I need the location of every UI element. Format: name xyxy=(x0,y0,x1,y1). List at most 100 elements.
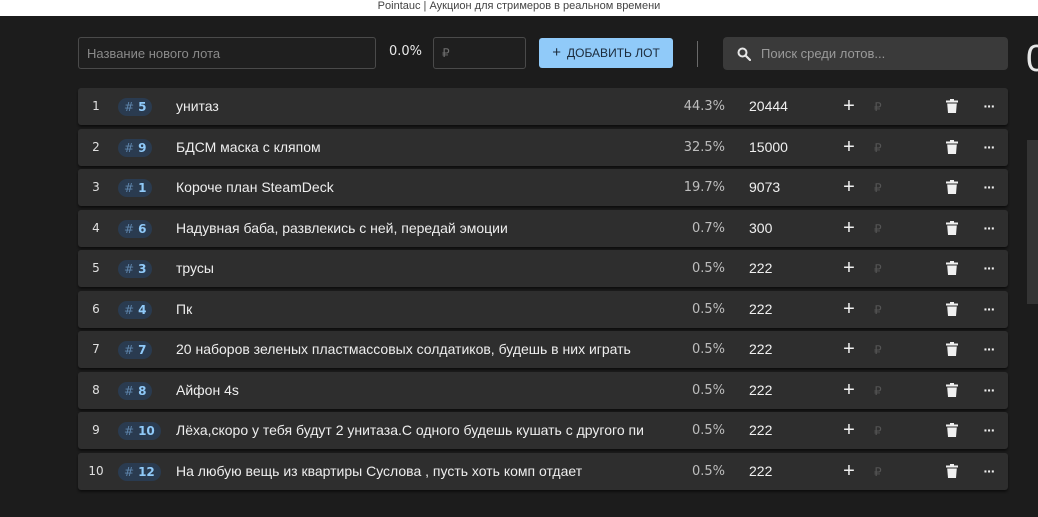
delete-lot-button[interactable] xyxy=(942,177,962,197)
plus-icon: + xyxy=(843,459,855,482)
delete-lot-button[interactable] xyxy=(942,258,962,278)
lot-add-amount-input[interactable] xyxy=(874,218,914,239)
lot-id-badge[interactable]: # 5 xyxy=(118,98,153,116)
lot-row[interactable]: 9 # 10 Лёха,скоро у тебя будут 2 унитаза… xyxy=(78,412,1008,449)
lot-name[interactable]: 20 наборов зеленых пластмассовых солдати… xyxy=(176,341,666,357)
lot-row[interactable]: 5 # 3 трусы 0.5% 222 + ··· xyxy=(78,250,1008,287)
search-input[interactable] xyxy=(759,45,993,62)
lot-add-amount-input[interactable] xyxy=(874,340,914,360)
lot-id-badge[interactable]: # 3 xyxy=(118,260,153,278)
add-amount-button[interactable]: + xyxy=(838,217,860,239)
hash-icon: # xyxy=(124,140,135,155)
lot-id: 8 xyxy=(138,383,147,398)
lot-id: 7 xyxy=(138,343,147,357)
search-box[interactable] xyxy=(723,37,1008,70)
lot-row[interactable]: 7 # 7 20 наборов зеленых пластмассовых с… xyxy=(78,331,1008,368)
delete-lot-button[interactable] xyxy=(942,96,962,116)
lot-add-amount-input[interactable] xyxy=(874,137,914,158)
lot-name[interactable]: Айфон 4s xyxy=(176,382,666,398)
delete-lot-button[interactable] xyxy=(942,461,962,481)
delete-lot-button[interactable] xyxy=(942,218,962,238)
lot-amount[interactable]: 222 xyxy=(749,422,772,438)
more-options-button[interactable]: ··· xyxy=(978,338,1000,360)
lot-index: 4 xyxy=(92,220,100,235)
lot-add-amount-input[interactable] xyxy=(874,380,914,401)
plus-icon: + xyxy=(843,176,855,198)
more-options-button[interactable]: ··· xyxy=(978,298,1000,320)
lot-id-badge[interactable]: # 12 xyxy=(118,462,161,481)
lot-amount[interactable]: 222 xyxy=(749,260,772,276)
delete-lot-button[interactable] xyxy=(942,137,962,157)
delete-lot-button[interactable] xyxy=(942,299,962,319)
lot-id-badge[interactable]: # 9 xyxy=(118,138,153,157)
new-lot-name-input[interactable] xyxy=(78,37,376,69)
lot-amount[interactable]: 222 xyxy=(749,341,772,357)
add-amount-button[interactable]: + xyxy=(838,136,860,158)
lot-id-badge[interactable]: # 1 xyxy=(118,179,153,197)
lot-name[interactable]: трусы xyxy=(176,260,666,276)
lot-add-amount-input[interactable] xyxy=(874,97,914,117)
more-options-button[interactable]: ··· xyxy=(978,460,1000,482)
lot-percent: 0.5% xyxy=(691,261,725,276)
lot-name[interactable]: Короче план SteamDeck xyxy=(176,179,666,195)
lot-add-amount-input[interactable] xyxy=(874,178,914,198)
add-amount-button[interactable]: + xyxy=(838,338,860,360)
lot-row[interactable]: 4 # 6 Надувная баба, развлекись с ней, п… xyxy=(78,209,1008,247)
lot-add-amount-input[interactable] xyxy=(874,421,914,441)
more-dots-icon: ··· xyxy=(983,341,996,357)
lot-id-badge[interactable]: # 10 xyxy=(118,422,161,440)
lot-name[interactable]: Пк xyxy=(176,301,666,317)
add-amount-button[interactable]: + xyxy=(838,379,860,401)
lot-add-amount-input[interactable] xyxy=(874,461,914,482)
lot-row[interactable]: 2 # 9 БДСМ маска с кляпом 32.5% 15000 + … xyxy=(78,128,1008,166)
more-options-button[interactable]: ··· xyxy=(978,95,1000,117)
lot-name[interactable]: На любую вещь из квартиры Суслова , пуст… xyxy=(176,463,666,479)
lot-amount[interactable]: 15000 xyxy=(749,139,788,155)
delete-lot-button[interactable] xyxy=(942,339,962,359)
more-options-button[interactable]: ··· xyxy=(978,419,1000,441)
add-amount-button[interactable]: + xyxy=(838,419,860,441)
lot-id-badge[interactable]: # 4 xyxy=(118,300,153,319)
add-amount-button[interactable]: + xyxy=(838,257,860,279)
lot-id-badge[interactable]: # 7 xyxy=(118,341,153,359)
trash-icon xyxy=(946,382,958,397)
lot-row[interactable]: 1 # 5 унитаз 44.3% 20444 + ··· xyxy=(78,88,1008,125)
scrollbar[interactable] xyxy=(1027,140,1038,304)
more-options-button[interactable]: ··· xyxy=(978,379,1000,401)
lot-row[interactable]: 8 # 8 Айфон 4s 0.5% 222 + ··· xyxy=(78,371,1008,409)
lot-add-amount-input[interactable] xyxy=(874,299,914,320)
delete-lot-button[interactable] xyxy=(942,380,962,400)
new-lot-price-input[interactable] xyxy=(433,37,526,69)
lot-name[interactable]: унитаз xyxy=(176,98,666,114)
lot-amount[interactable]: 9073 xyxy=(749,179,780,195)
more-options-button[interactable]: ··· xyxy=(978,136,1000,158)
lot-amount[interactable]: 222 xyxy=(749,301,772,317)
lot-name[interactable]: Надувная баба, развлекись с ней, передай… xyxy=(176,220,666,236)
add-lot-button[interactable]: + ДОБАВИТЬ ЛОТ xyxy=(539,38,673,68)
lot-id-badge[interactable]: # 6 xyxy=(118,219,153,238)
lot-amount[interactable]: 222 xyxy=(749,382,772,398)
trash-icon xyxy=(946,342,958,356)
add-amount-button[interactable]: + xyxy=(838,176,860,198)
more-options-button[interactable]: ··· xyxy=(978,176,1000,198)
lot-amount[interactable]: 20444 xyxy=(749,98,788,114)
add-amount-button[interactable]: + xyxy=(838,298,860,320)
lot-row[interactable]: 6 # 4 Пк 0.5% 222 + ··· xyxy=(78,290,1008,328)
lot-name[interactable]: БДСМ маска с кляпом xyxy=(176,139,666,155)
add-amount-button[interactable]: + xyxy=(838,95,860,117)
more-options-button[interactable]: ··· xyxy=(978,257,1000,279)
lot-amount[interactable]: 300 xyxy=(749,220,772,236)
lot-percent: 0.5% xyxy=(691,301,725,317)
more-dots-icon: ··· xyxy=(983,98,996,114)
lot-name[interactable]: Лёха,скоро у тебя будут 2 унитаза.С одно… xyxy=(176,422,666,438)
lot-row[interactable]: 3 # 1 Короче план SteamDeck 19.7% 9073 +… xyxy=(78,169,1008,206)
lot-add-amount-input[interactable] xyxy=(874,259,914,279)
lot-row[interactable]: 10 # 12 На любую вещь из квартиры Суслов… xyxy=(78,452,1008,490)
trash-icon xyxy=(946,423,958,437)
lot-id-badge[interactable]: # 8 xyxy=(118,381,153,400)
lot-amount[interactable]: 222 xyxy=(749,463,772,479)
delete-lot-button[interactable] xyxy=(942,420,962,440)
lot-index: 1 xyxy=(92,99,100,113)
more-options-button[interactable]: ··· xyxy=(978,217,1000,239)
add-amount-button[interactable]: + xyxy=(838,460,860,482)
